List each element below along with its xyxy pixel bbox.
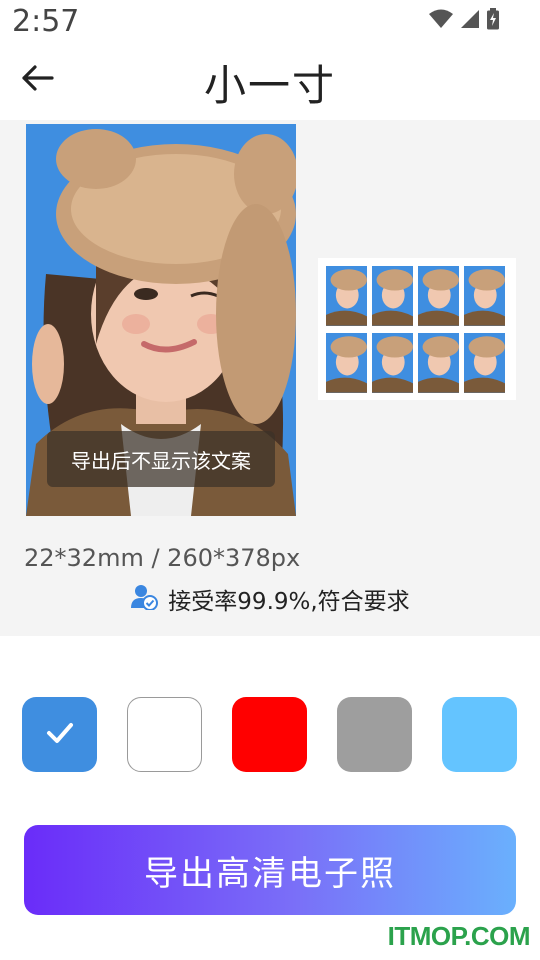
acceptance-row: 接受率99.9%,符合要求 bbox=[0, 582, 540, 616]
color-swatch-white[interactable] bbox=[127, 697, 202, 772]
status-bar: 2:57 bbox=[0, 0, 540, 44]
mini-photo bbox=[372, 266, 413, 326]
color-swatch-red[interactable] bbox=[232, 697, 307, 772]
print-layout-sheet bbox=[318, 258, 516, 400]
acceptance-text: 接受率99.9%,符合要求 bbox=[168, 589, 410, 615]
preview-area: 导出后不显示该文案 22*32mm / 260*378px 接受率99.9%,符… bbox=[0, 120, 540, 636]
photo-size-info: 22*32mm / 260*378px bbox=[24, 544, 301, 572]
wifi-icon bbox=[428, 9, 454, 33]
status-time: 2:57 bbox=[12, 4, 80, 39]
id-photo-preview: 导出后不显示该文案 bbox=[26, 124, 296, 516]
color-swatch-gray[interactable] bbox=[337, 697, 412, 772]
mini-photo bbox=[464, 266, 505, 326]
export-hint-overlay: 导出后不显示该文案 bbox=[47, 431, 275, 487]
background-color-picker bbox=[22, 697, 518, 773]
site-watermark: ITMOP.COM bbox=[387, 921, 531, 951]
mini-photo bbox=[326, 333, 367, 393]
mini-photo bbox=[326, 266, 367, 326]
mini-photo bbox=[418, 266, 459, 326]
export-hd-photo-button[interactable]: 导出高清电子照 bbox=[24, 825, 516, 915]
checkmark-icon bbox=[45, 721, 75, 749]
screen: 2:57 小一寸 导出后不显示该文案 22*32mm / 260*378px 接… bbox=[0, 0, 540, 960]
page-title: 小一寸 bbox=[203, 61, 336, 110]
cell-signal-icon bbox=[460, 9, 480, 33]
mini-photo bbox=[372, 333, 413, 393]
print-layout-grid bbox=[326, 266, 508, 393]
verified-user-icon bbox=[130, 584, 159, 614]
mini-photo bbox=[418, 333, 459, 393]
app-bar: 小一寸 bbox=[0, 48, 540, 112]
status-icons bbox=[428, 8, 500, 34]
battery-charging-icon bbox=[486, 8, 500, 34]
color-swatch-blue[interactable] bbox=[22, 697, 97, 772]
mini-photo bbox=[464, 333, 505, 393]
color-swatch-light-blue[interactable] bbox=[442, 697, 517, 772]
